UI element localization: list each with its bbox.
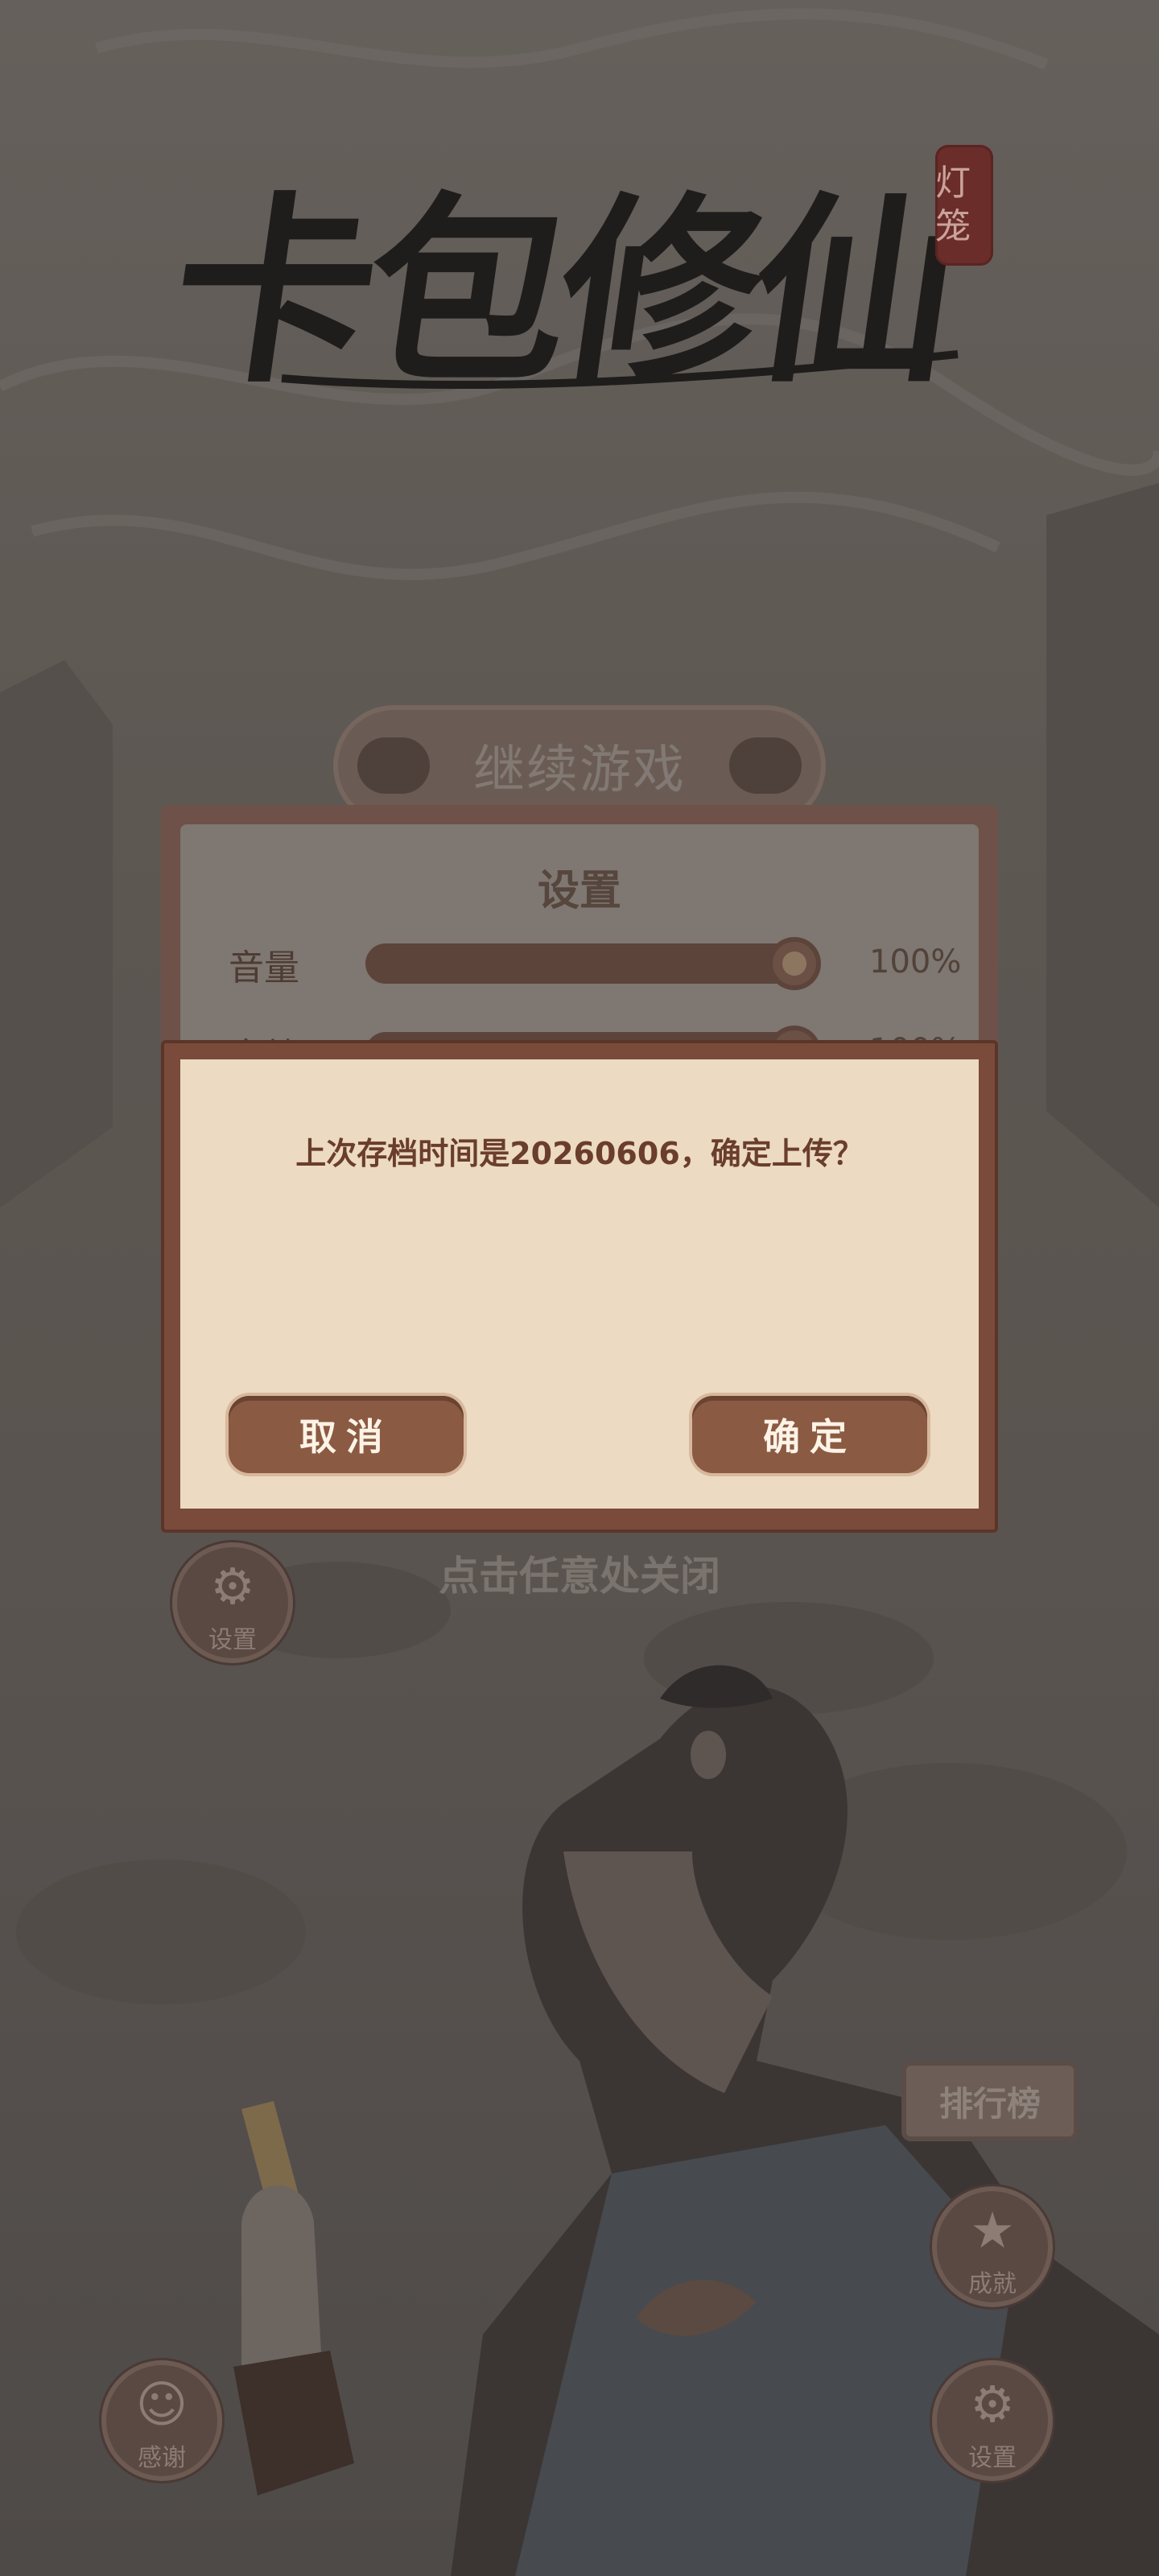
achievement-button[interactable]: ★ 成就 bbox=[932, 2186, 1053, 2307]
cloud-ornament-right bbox=[729, 737, 802, 794]
dialog-paper: 上次存档时间是20260606，确定上传？ 取消 确定 bbox=[180, 1059, 979, 1509]
achievement-label: 成就 bbox=[968, 2270, 1017, 2298]
upload-confirm-dialog: 上次存档时间是20260606，确定上传？ 取消 确定 bbox=[161, 1040, 998, 1533]
volume-slider[interactable] bbox=[365, 942, 816, 985]
star-icon: ★ bbox=[970, 2201, 1015, 2260]
thanks-label: 感谢 bbox=[138, 2444, 186, 2472]
ranking-button[interactable]: 排行榜 bbox=[901, 2061, 1079, 2141]
settings-button-right[interactable]: ⚙ 设置 bbox=[932, 2360, 1053, 2481]
settings-title: 设置 bbox=[537, 867, 621, 915]
logo-underline bbox=[281, 350, 959, 390]
volume-slider-knob[interactable] bbox=[773, 942, 816, 985]
game-logo: 卡包修仙 灯笼 bbox=[158, 113, 993, 419]
person-icon: ☺ bbox=[135, 2375, 188, 2434]
volume-value: 100% bbox=[869, 943, 962, 980]
confirm-button-label: 确定 bbox=[763, 1415, 856, 1459]
continue-game-label: 继续游戏 bbox=[473, 741, 686, 800]
cancel-button-label: 取消 bbox=[299, 1415, 393, 1459]
cancel-button[interactable]: 取消 bbox=[229, 1396, 464, 1473]
settings-button-left[interactable]: ⚙ 设置 bbox=[172, 1542, 293, 1663]
cloud-ornament-left bbox=[357, 737, 430, 794]
gear-icon: ⚙ bbox=[210, 1557, 255, 1616]
dialog-message: 上次存档时间是20260606，确定上传？ bbox=[295, 1136, 864, 1171]
settings-button-left-label: 设置 bbox=[208, 1626, 257, 1654]
confirm-button[interactable]: 确定 bbox=[692, 1396, 927, 1473]
gear-icon: ⚙ bbox=[970, 2375, 1015, 2434]
settings-button-right-label: 设置 bbox=[968, 2444, 1017, 2472]
seal-text: 灯笼 bbox=[935, 163, 971, 247]
thanks-button[interactable]: ☺ 感谢 bbox=[101, 2360, 222, 2481]
game-scene[interactable]: 卡包修仙 灯笼 继续游戏 设置 音量 100% 音效 bbox=[0, 0, 1159, 2576]
volume-label: 音量 bbox=[229, 947, 299, 989]
ranking-label: 排行榜 bbox=[938, 2083, 1041, 2124]
volume-row: 音量 100% bbox=[229, 939, 961, 989]
lantern-seal: 灯笼 bbox=[935, 145, 993, 266]
